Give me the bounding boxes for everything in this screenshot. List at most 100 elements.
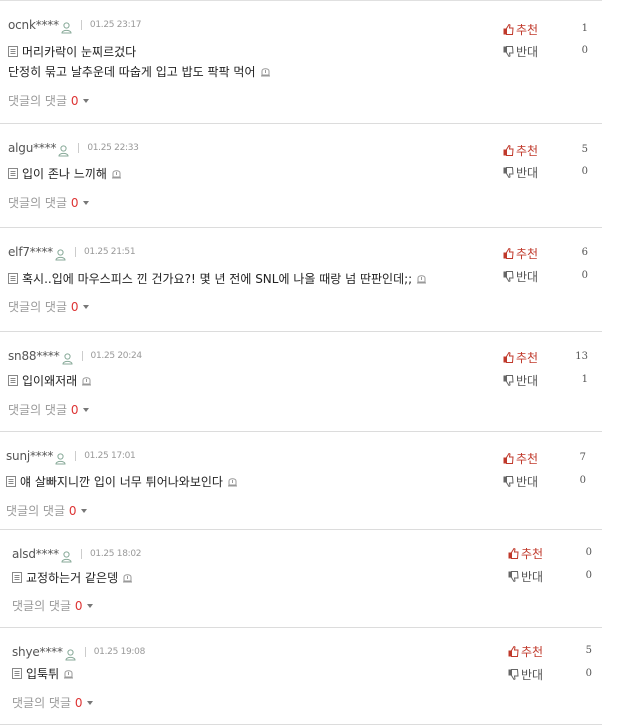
reply-toggle-button[interactable]: 댓글의 댓글 0 bbox=[6, 502, 88, 519]
downvote-button[interactable]: 반대 bbox=[508, 666, 543, 683]
timestamp: 01.25 17:01 bbox=[84, 451, 136, 461]
downvote-label: 반대 bbox=[516, 475, 539, 489]
report-icon[interactable] bbox=[227, 473, 238, 487]
caret-down-icon bbox=[83, 408, 90, 412]
thumbs-up-icon bbox=[503, 247, 514, 259]
comment-item: algu**** 01.25 22:33 입이 존나 느끼해댓글의 댓글 0 추천 5 반… bbox=[0, 124, 602, 228]
upvote-button[interactable]: 추천 bbox=[503, 142, 538, 159]
upvote-count: 7 bbox=[579, 452, 586, 463]
thumbs-down-icon bbox=[508, 571, 519, 583]
downvote-button[interactable]: 반대 bbox=[503, 268, 538, 285]
reply-toggle-button[interactable]: 댓글의 댓글 0 bbox=[8, 92, 90, 109]
reply-toggle-button[interactable]: 댓글의 댓글 0 bbox=[8, 194, 90, 211]
user-icon bbox=[65, 646, 76, 661]
reply-label: 댓글의 댓글 bbox=[8, 196, 68, 210]
user-icon bbox=[61, 548, 72, 563]
upvote-button[interactable]: 추천 bbox=[508, 545, 543, 562]
report-icon[interactable] bbox=[81, 372, 92, 386]
username[interactable]: alsd**** bbox=[12, 547, 59, 561]
comment-item: sn88**** 01.25 20:24 입이왜저래 댓글의 댓글 0 추천 13 반대 1 bbox=[0, 332, 602, 432]
comment-text: 입툭튀 bbox=[26, 667, 60, 681]
report-icon[interactable] bbox=[111, 165, 122, 179]
upvote-label: 추천 bbox=[521, 547, 544, 561]
downvote-count: 0 bbox=[581, 45, 588, 56]
upvote-count: 5 bbox=[585, 645, 592, 656]
username[interactable]: algu**** bbox=[8, 141, 57, 155]
upvote-count: 5 bbox=[581, 144, 588, 155]
thumbs-down-icon bbox=[503, 375, 514, 387]
document-icon bbox=[12, 665, 22, 679]
comment-body: 입이왜저래 bbox=[8, 371, 92, 391]
upvote-button[interactable]: 추천 bbox=[503, 245, 538, 262]
downvote-label: 반대 bbox=[516, 374, 539, 388]
upvote-button[interactable]: 추천 bbox=[503, 450, 538, 467]
user-icon bbox=[61, 19, 72, 34]
meta-divider bbox=[81, 351, 83, 361]
meta-divider bbox=[80, 20, 82, 30]
downvote-count: 1 bbox=[581, 374, 588, 385]
meta-divider bbox=[84, 647, 86, 657]
comment-line: 머리카락이 눈찌르겄다 bbox=[8, 42, 271, 62]
reply-count: 0 bbox=[74, 696, 83, 710]
caret-down-icon bbox=[87, 701, 94, 705]
upvote-button[interactable]: 추천 bbox=[503, 21, 538, 38]
comment-line: 혹시..입에 마우스피스 낀 건가요?! 몇 년 전에 SNL에 나올 때랑 넘… bbox=[8, 269, 427, 289]
upvote-button[interactable]: 추천 bbox=[508, 643, 543, 660]
downvote-button[interactable]: 반대 bbox=[508, 568, 543, 585]
username[interactable]: elf7**** bbox=[8, 245, 53, 259]
reply-toggle-button[interactable]: 댓글의 댓글 0 bbox=[12, 694, 94, 711]
reply-count: 0 bbox=[68, 504, 77, 518]
reply-toggle-button[interactable]: 댓글의 댓글 0 bbox=[8, 298, 90, 315]
thumbs-up-icon bbox=[508, 645, 519, 657]
caret-down-icon bbox=[87, 604, 94, 608]
thumbs-down-icon bbox=[503, 271, 514, 283]
downvote-count: 0 bbox=[585, 570, 592, 581]
username[interactable]: sn88**** bbox=[8, 349, 60, 363]
thumbs-down-icon bbox=[503, 476, 514, 488]
username[interactable]: shye**** bbox=[12, 645, 63, 659]
document-icon bbox=[8, 165, 18, 179]
document-icon bbox=[8, 43, 18, 57]
username[interactable]: ocnk**** bbox=[8, 18, 59, 32]
comment-text: 입이 존나 느끼해 bbox=[22, 167, 107, 181]
caret-down-icon bbox=[83, 201, 90, 205]
report-icon[interactable] bbox=[63, 665, 74, 679]
upvote-button[interactable]: 추천 bbox=[503, 349, 538, 366]
comment-item: sunj**** 01.25 17:01 얘 살빠지니깐 입이 너무 튀어나와보인다… bbox=[0, 432, 602, 530]
comment-line: 입이왜저래 bbox=[8, 371, 92, 391]
user-icon bbox=[62, 350, 73, 365]
downvote-button[interactable]: 반대 bbox=[503, 372, 538, 389]
meta-divider bbox=[75, 451, 77, 461]
timestamp: 01.25 19:08 bbox=[93, 647, 146, 657]
comment-body: 입툭튀 bbox=[12, 664, 74, 684]
comment-item: elf7**** 01.25 21:51 혹시..입에 마우스피스 낀 건가요?! … bbox=[0, 228, 602, 332]
comment-line: 입이 존나 느끼해 bbox=[8, 164, 122, 184]
upvote-count: 6 bbox=[581, 247, 588, 258]
comment-meta: alsd**** 01.25 18:02 bbox=[12, 547, 142, 563]
comment-item: shye**** 01.25 19:08 입툭튀댓글의 댓글 0 추천 5 반대 0 bbox=[0, 628, 602, 725]
upvote-label: 추천 bbox=[516, 23, 539, 37]
report-icon[interactable] bbox=[260, 63, 271, 77]
comment-body: 머리카락이 눈찌르겄다 단정히 묶고 날추운데 따숩게 입고 밥도 팍팍 먹어 bbox=[8, 42, 271, 82]
user-icon bbox=[55, 246, 66, 261]
downvote-button[interactable]: 반대 bbox=[503, 473, 538, 490]
comment-line: 얘 살빠지니깐 입이 너무 튀어나와보인다 bbox=[6, 472, 238, 492]
report-icon[interactable] bbox=[122, 569, 133, 583]
meta-divider bbox=[74, 247, 76, 257]
comment-text: 교정하는거 같은뎅 bbox=[26, 571, 119, 585]
reply-toggle-button[interactable]: 댓글의 댓글 0 bbox=[8, 401, 90, 418]
comment-meta: sunj**** 01.25 17:01 bbox=[6, 449, 136, 465]
downvote-button[interactable]: 반대 bbox=[503, 43, 538, 60]
report-icon[interactable] bbox=[416, 270, 427, 284]
downvote-button[interactable]: 반대 bbox=[503, 164, 538, 181]
timestamp: 01.25 22:33 bbox=[87, 143, 139, 153]
document-icon bbox=[12, 569, 22, 583]
timestamp: 01.25 18:02 bbox=[89, 549, 142, 559]
thumbs-down-icon bbox=[503, 46, 514, 58]
comment-meta: elf7**** 01.25 21:51 bbox=[8, 245, 136, 261]
comment-meta: ocnk**** 01.25 23:17 bbox=[8, 18, 141, 34]
meta-divider bbox=[80, 549, 82, 559]
comment-meta: sn88**** 01.25 20:24 bbox=[8, 349, 142, 365]
reply-toggle-button[interactable]: 댓글의 댓글 0 bbox=[12, 597, 94, 614]
username[interactable]: sunj**** bbox=[6, 449, 53, 463]
